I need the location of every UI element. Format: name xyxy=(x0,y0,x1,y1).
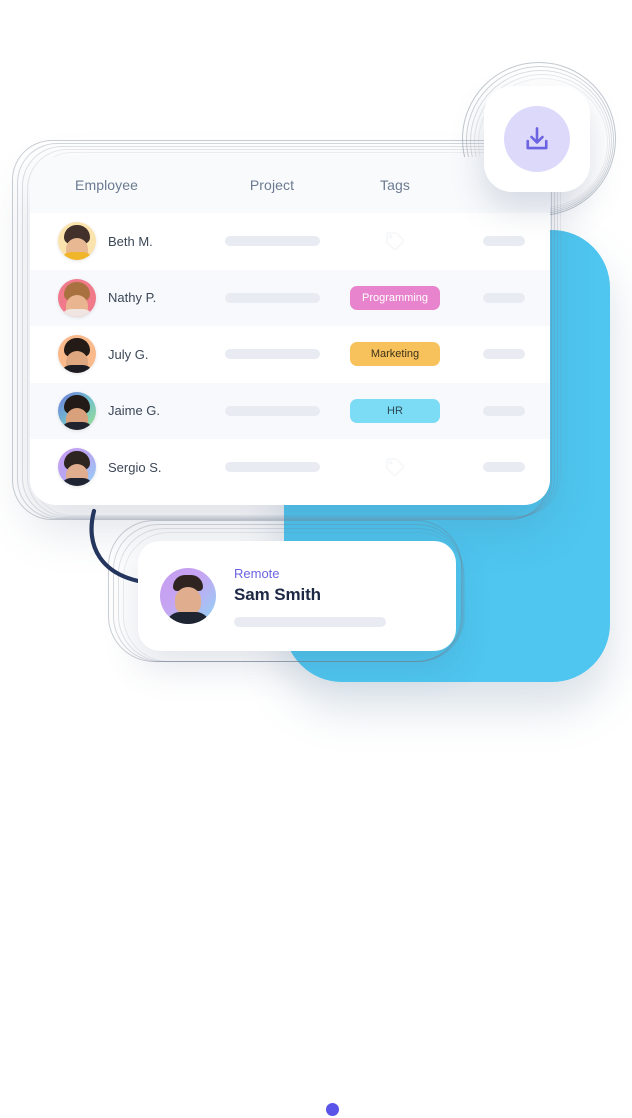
cell-extra xyxy=(458,405,550,416)
cell-employee: Sergio S. xyxy=(30,448,212,487)
cell-project xyxy=(212,405,332,416)
cell-employee: July G. xyxy=(30,335,212,374)
profile-text: Remote Sam Smith xyxy=(234,566,386,627)
download-icon xyxy=(526,127,548,150)
download-icon-circle xyxy=(504,106,570,172)
avatar-body xyxy=(61,478,93,487)
table-body: Beth M. Nathy P. Programming July G. Marketi… xyxy=(30,213,550,496)
cell-tags: Programming xyxy=(332,285,458,310)
table-row[interactable]: Beth M. xyxy=(30,213,550,270)
cell-project xyxy=(212,349,332,360)
cell-tags: Marketing xyxy=(332,342,458,367)
extra-placeholder-bar xyxy=(483,292,525,303)
table-row[interactable]: Jaime G. HR xyxy=(30,382,550,439)
employee-name: Nathy P. xyxy=(108,290,157,306)
extra-placeholder-bar xyxy=(483,462,525,473)
avatar-body xyxy=(61,308,93,317)
tag-outline-icon xyxy=(386,458,405,477)
cell-employee: Jaime G. xyxy=(30,391,212,430)
employee-name: Beth M. xyxy=(108,233,153,249)
cell-project xyxy=(212,292,332,303)
extra-placeholder-bar xyxy=(483,405,525,416)
avatar xyxy=(58,335,96,374)
cell-tags xyxy=(332,230,458,252)
column-header-tags: Tags xyxy=(380,177,410,193)
tag-badge[interactable]: Programming xyxy=(350,285,440,310)
cell-project xyxy=(212,236,332,247)
illustration-stage: Employee Project Tags Beth M. Nathy P. Pro… xyxy=(0,0,632,1118)
cell-extra xyxy=(458,462,550,473)
project-placeholder-bar xyxy=(224,292,320,303)
avatar xyxy=(58,278,96,317)
profile-role: Remote xyxy=(234,565,280,581)
tag-badge[interactable]: Marketing xyxy=(350,342,440,367)
download-button[interactable] xyxy=(484,86,590,192)
employee-table-card: Employee Project Tags Beth M. Nathy P. Pro… xyxy=(30,157,550,505)
table-row[interactable]: Nathy P. Programming xyxy=(30,269,550,326)
table-row[interactable]: July G. Marketing xyxy=(30,326,550,383)
cell-employee: Beth M. xyxy=(30,222,212,261)
avatar-body xyxy=(61,421,93,430)
cell-employee: Nathy P. xyxy=(30,278,212,317)
avatar-face xyxy=(175,587,201,615)
cell-tags: HR xyxy=(332,398,458,423)
avatar-body xyxy=(61,365,93,374)
cell-extra xyxy=(458,236,550,247)
tag-outline-icon xyxy=(386,232,405,251)
avatar xyxy=(160,568,216,624)
table-row[interactable]: Sergio S. xyxy=(30,439,550,496)
cell-extra xyxy=(458,349,550,360)
status-badge xyxy=(324,1101,341,1118)
extra-placeholder-bar xyxy=(483,349,525,360)
employee-name: Sergio S. xyxy=(108,459,162,475)
project-placeholder-bar xyxy=(224,236,320,247)
column-header-employee: Employee xyxy=(75,177,139,193)
employee-name: July G. xyxy=(108,346,149,362)
column-header-project: Project xyxy=(249,177,295,193)
profile-name: Sam Smith xyxy=(234,584,321,604)
cell-project xyxy=(212,462,332,473)
tag-badge[interactable]: HR xyxy=(350,398,440,423)
table-header-row: Employee Project Tags xyxy=(30,157,550,213)
cell-extra xyxy=(458,292,550,303)
project-placeholder-bar xyxy=(224,405,320,416)
avatar xyxy=(58,222,96,261)
employee-name: Jaime G. xyxy=(108,403,161,419)
project-placeholder-bar xyxy=(224,462,320,473)
profile-card[interactable]: Remote Sam Smith xyxy=(138,541,456,1118)
avatar-body xyxy=(61,252,93,261)
extra-placeholder-bar xyxy=(483,236,525,247)
avatar-body xyxy=(166,612,210,624)
avatar xyxy=(58,391,96,430)
profile-placeholder-bar xyxy=(234,616,386,627)
avatar xyxy=(58,448,96,487)
project-placeholder-bar xyxy=(224,349,320,360)
cell-tags xyxy=(332,456,458,478)
